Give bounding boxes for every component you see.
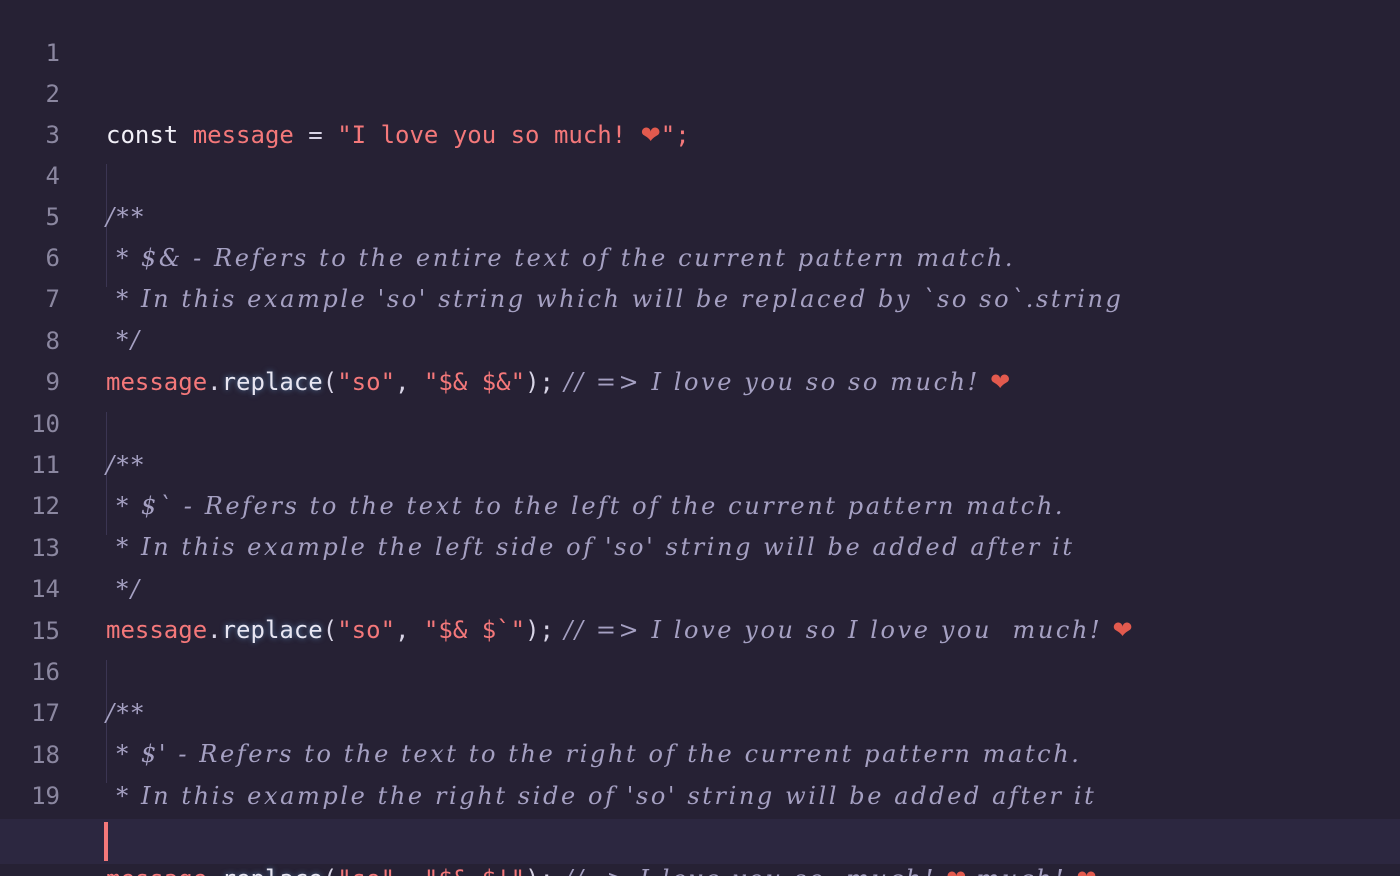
code-line[interactable]: 19 */ xyxy=(0,735,1400,851)
paren-open: ( xyxy=(323,865,337,876)
code-line[interactable]: 3 xyxy=(0,74,1400,149)
heart-icon: ❤ xyxy=(946,865,966,876)
paren-close: ); xyxy=(525,865,554,876)
code-line[interactable]: 14 message.replace("so", "$& $`"); // =>… xyxy=(0,528,1400,644)
code-line[interactable]: 7 */ xyxy=(0,238,1400,354)
text-cursor xyxy=(104,822,108,861)
code-line[interactable]: 4 /** xyxy=(0,115,1400,231)
code-line[interactable]: 13 */ xyxy=(0,487,1400,603)
code-line[interactable]: 18 * In this example the right side of '… xyxy=(0,694,1400,810)
code-editor[interactable]: 1 2 const message = "I love you so much!… xyxy=(0,0,1400,876)
code-line-current[interactable]: 21 xyxy=(0,819,1400,876)
method-name: replace xyxy=(222,865,323,876)
code-line[interactable]: 8 message.replace("so", "$& $&"); // => … xyxy=(0,280,1400,396)
inline-comment: // -> I love you so much! xyxy=(554,865,946,876)
code-line[interactable]: 10 /** xyxy=(0,363,1400,479)
code-line[interactable]: 5 * $& - Refers to the entire text of th… xyxy=(0,156,1400,272)
code-line[interactable]: 17 * $' - Refers to the text to the righ… xyxy=(0,652,1400,768)
code-line[interactable]: 16 /** xyxy=(0,611,1400,727)
comma: , xyxy=(395,865,424,876)
code-line[interactable]: 11 * $` - Refers to the text to the left… xyxy=(0,404,1400,520)
code-line[interactable]: 1 xyxy=(0,0,1400,67)
code-line[interactable]: 9 xyxy=(0,321,1400,396)
line-number: 21 xyxy=(0,864,60,876)
string-arg: "$& $'" xyxy=(424,865,525,876)
string-arg: "so" xyxy=(337,865,395,876)
code-line[interactable]: 6 * In this example 'so' string which wi… xyxy=(0,197,1400,313)
code-line[interactable]: 12 * In this example the left side of 's… xyxy=(0,445,1400,561)
inline-comment-tail: much! xyxy=(966,865,1076,876)
heart-icon: ❤ xyxy=(1077,865,1097,876)
code-line[interactable]: 20 message.replace("so", "$& $'"); // ->… xyxy=(0,777,1400,876)
code-line[interactable]: 15 xyxy=(0,570,1400,645)
code-line[interactable]: 2 const message = "I love you so much! ❤… xyxy=(0,33,1400,149)
dot: . xyxy=(207,865,221,876)
variable-name: message xyxy=(106,865,207,876)
